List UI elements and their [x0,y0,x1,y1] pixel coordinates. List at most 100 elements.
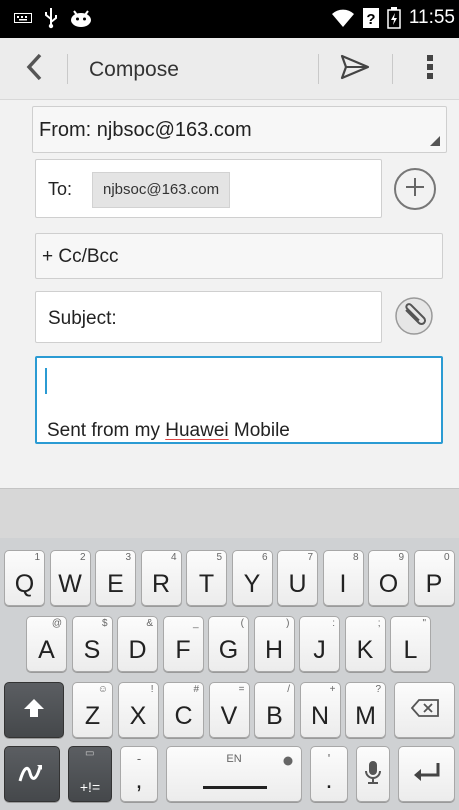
key-n[interactable]: + N [299,682,341,738]
key-d[interactable]: & D [117,616,158,672]
signature: Sent from my Huawei Mobile [47,420,290,442]
key-hint: 5 [216,552,222,563]
paperclip-icon [394,296,434,341]
shift-key[interactable] [4,682,64,738]
key-f[interactable]: _ F [162,616,204,672]
key-hint: + [329,684,336,695]
key-label: R [151,570,171,598]
key-k[interactable]: ; K [344,616,386,672]
period-key[interactable]: ' . [310,746,348,802]
key-hint: = [238,684,245,695]
key-hint: 2 [79,552,86,563]
key-label: F [175,636,191,664]
key-e[interactable]: 3E [95,550,136,606]
key-j[interactable]: :J [299,616,340,672]
clock: 11:55 [408,7,455,28]
battery-icon [387,7,401,29]
key-b[interactable]: / B [254,682,295,738]
key-label: L [403,636,418,664]
swype-key[interactable] [4,746,60,802]
keyboard: ▭ +!= - , EN ' . 1 Q 2 W 3 E 4 R 5 T 6 Y 7 U 8 I 9 O 0 P @ A $… [0,538,459,810]
key-label: T [198,570,215,598]
signature-suffix: Mobile [228,420,290,441]
key-l[interactable]: " L [390,616,431,672]
key-label: G [218,636,239,664]
to-field[interactable]: To: njbsoc@163.com [35,159,382,218]
voice-input-key[interactable] [356,746,390,802]
key-hint: " [422,618,426,629]
key-label: U [288,570,307,598]
svg-text:?: ? [366,11,375,28]
key-z[interactable]: ☺ Z [72,682,113,738]
plus-icon [404,176,426,203]
status-bar: ? 11:55 [0,0,459,38]
language-label: EN [226,753,242,765]
key-hint: 9 [398,552,404,563]
from-selector[interactable]: From: njbsoc@163.com [32,106,447,153]
add-recipient-button[interactable] [394,168,436,210]
key-hint: 7 [307,552,313,563]
key-hint: ! [150,684,154,695]
comma-key[interactable]: - , [120,746,158,802]
key-label: A [38,636,55,664]
key-h[interactable]: ) H [253,616,295,672]
key-p[interactable]: 0P [413,550,455,606]
key-o[interactable]: 9O [368,550,409,606]
signature-prefix: Sent from my [47,420,166,441]
key-hint: ? [375,684,381,695]
key-label: I [339,570,347,598]
key-i[interactable]: 8I [322,550,364,606]
usb-icon [44,7,58,29]
key-label: B [266,702,283,730]
shift-icon [22,697,46,724]
key-label: C [174,702,193,730]
recipient-chip[interactable]: njbsoc@163.com [92,172,231,208]
key-r[interactable]: 4R [140,550,182,606]
key-label: K [356,636,374,664]
period-label: . [325,766,333,794]
subject-placeholder: Subject: [48,308,117,329]
enter-key[interactable] [398,746,455,802]
key-hint: # [193,684,199,695]
space-key[interactable]: EN [166,746,302,802]
subject-field[interactable]: Subject: [35,291,382,343]
message-body[interactable]: Sent from my Huawei Mobile [35,356,443,444]
key-hint: _ [192,618,199,629]
key-g[interactable]: (G [208,616,249,672]
backspace-key[interactable] [394,682,455,738]
signature-brand: Huawei [165,420,229,441]
key-y[interactable]: 6Y [231,550,273,606]
cc-bcc-button[interactable]: + Cc/Bcc [35,233,443,279]
attach-button[interactable] [392,296,436,340]
wifi-icon [331,8,355,28]
send-button[interactable] [330,48,380,90]
key-s[interactable]: $ S [71,616,113,672]
key-hint: 6 [261,552,268,563]
key-label: X [129,702,147,730]
key-label: S [83,636,101,664]
key-q[interactable]: 1Q [4,550,45,606]
key-t[interactable]: 5T [186,550,227,606]
key-hint: $ [101,618,108,629]
key-label: H [264,636,284,664]
key-v[interactable]: = V [208,682,250,738]
dropdown-indicator-icon [430,136,440,146]
key-a[interactable]: @ A [26,616,67,672]
key-c[interactable]: # C [163,682,204,738]
key-label: E [107,570,124,598]
action-bar: Compose [0,38,459,100]
key-label: Q [14,570,35,598]
microphone-icon [364,759,382,790]
key-m[interactable]: ? M [345,682,386,738]
keyboard-icon [14,11,32,25]
key-hint: ; [377,618,381,629]
space-bar-icon [203,786,267,789]
symbols-key[interactable]: ▭ +!= [68,746,112,802]
key-hint: & [146,618,153,629]
key-hint: 1 [34,552,40,563]
overflow-menu-button[interactable] [408,48,452,90]
back-button[interactable] [10,48,58,90]
key-w[interactable]: 2W [49,550,91,606]
key-u[interactable]: 7U [277,550,318,606]
key-x[interactable]: ! X [117,682,159,738]
